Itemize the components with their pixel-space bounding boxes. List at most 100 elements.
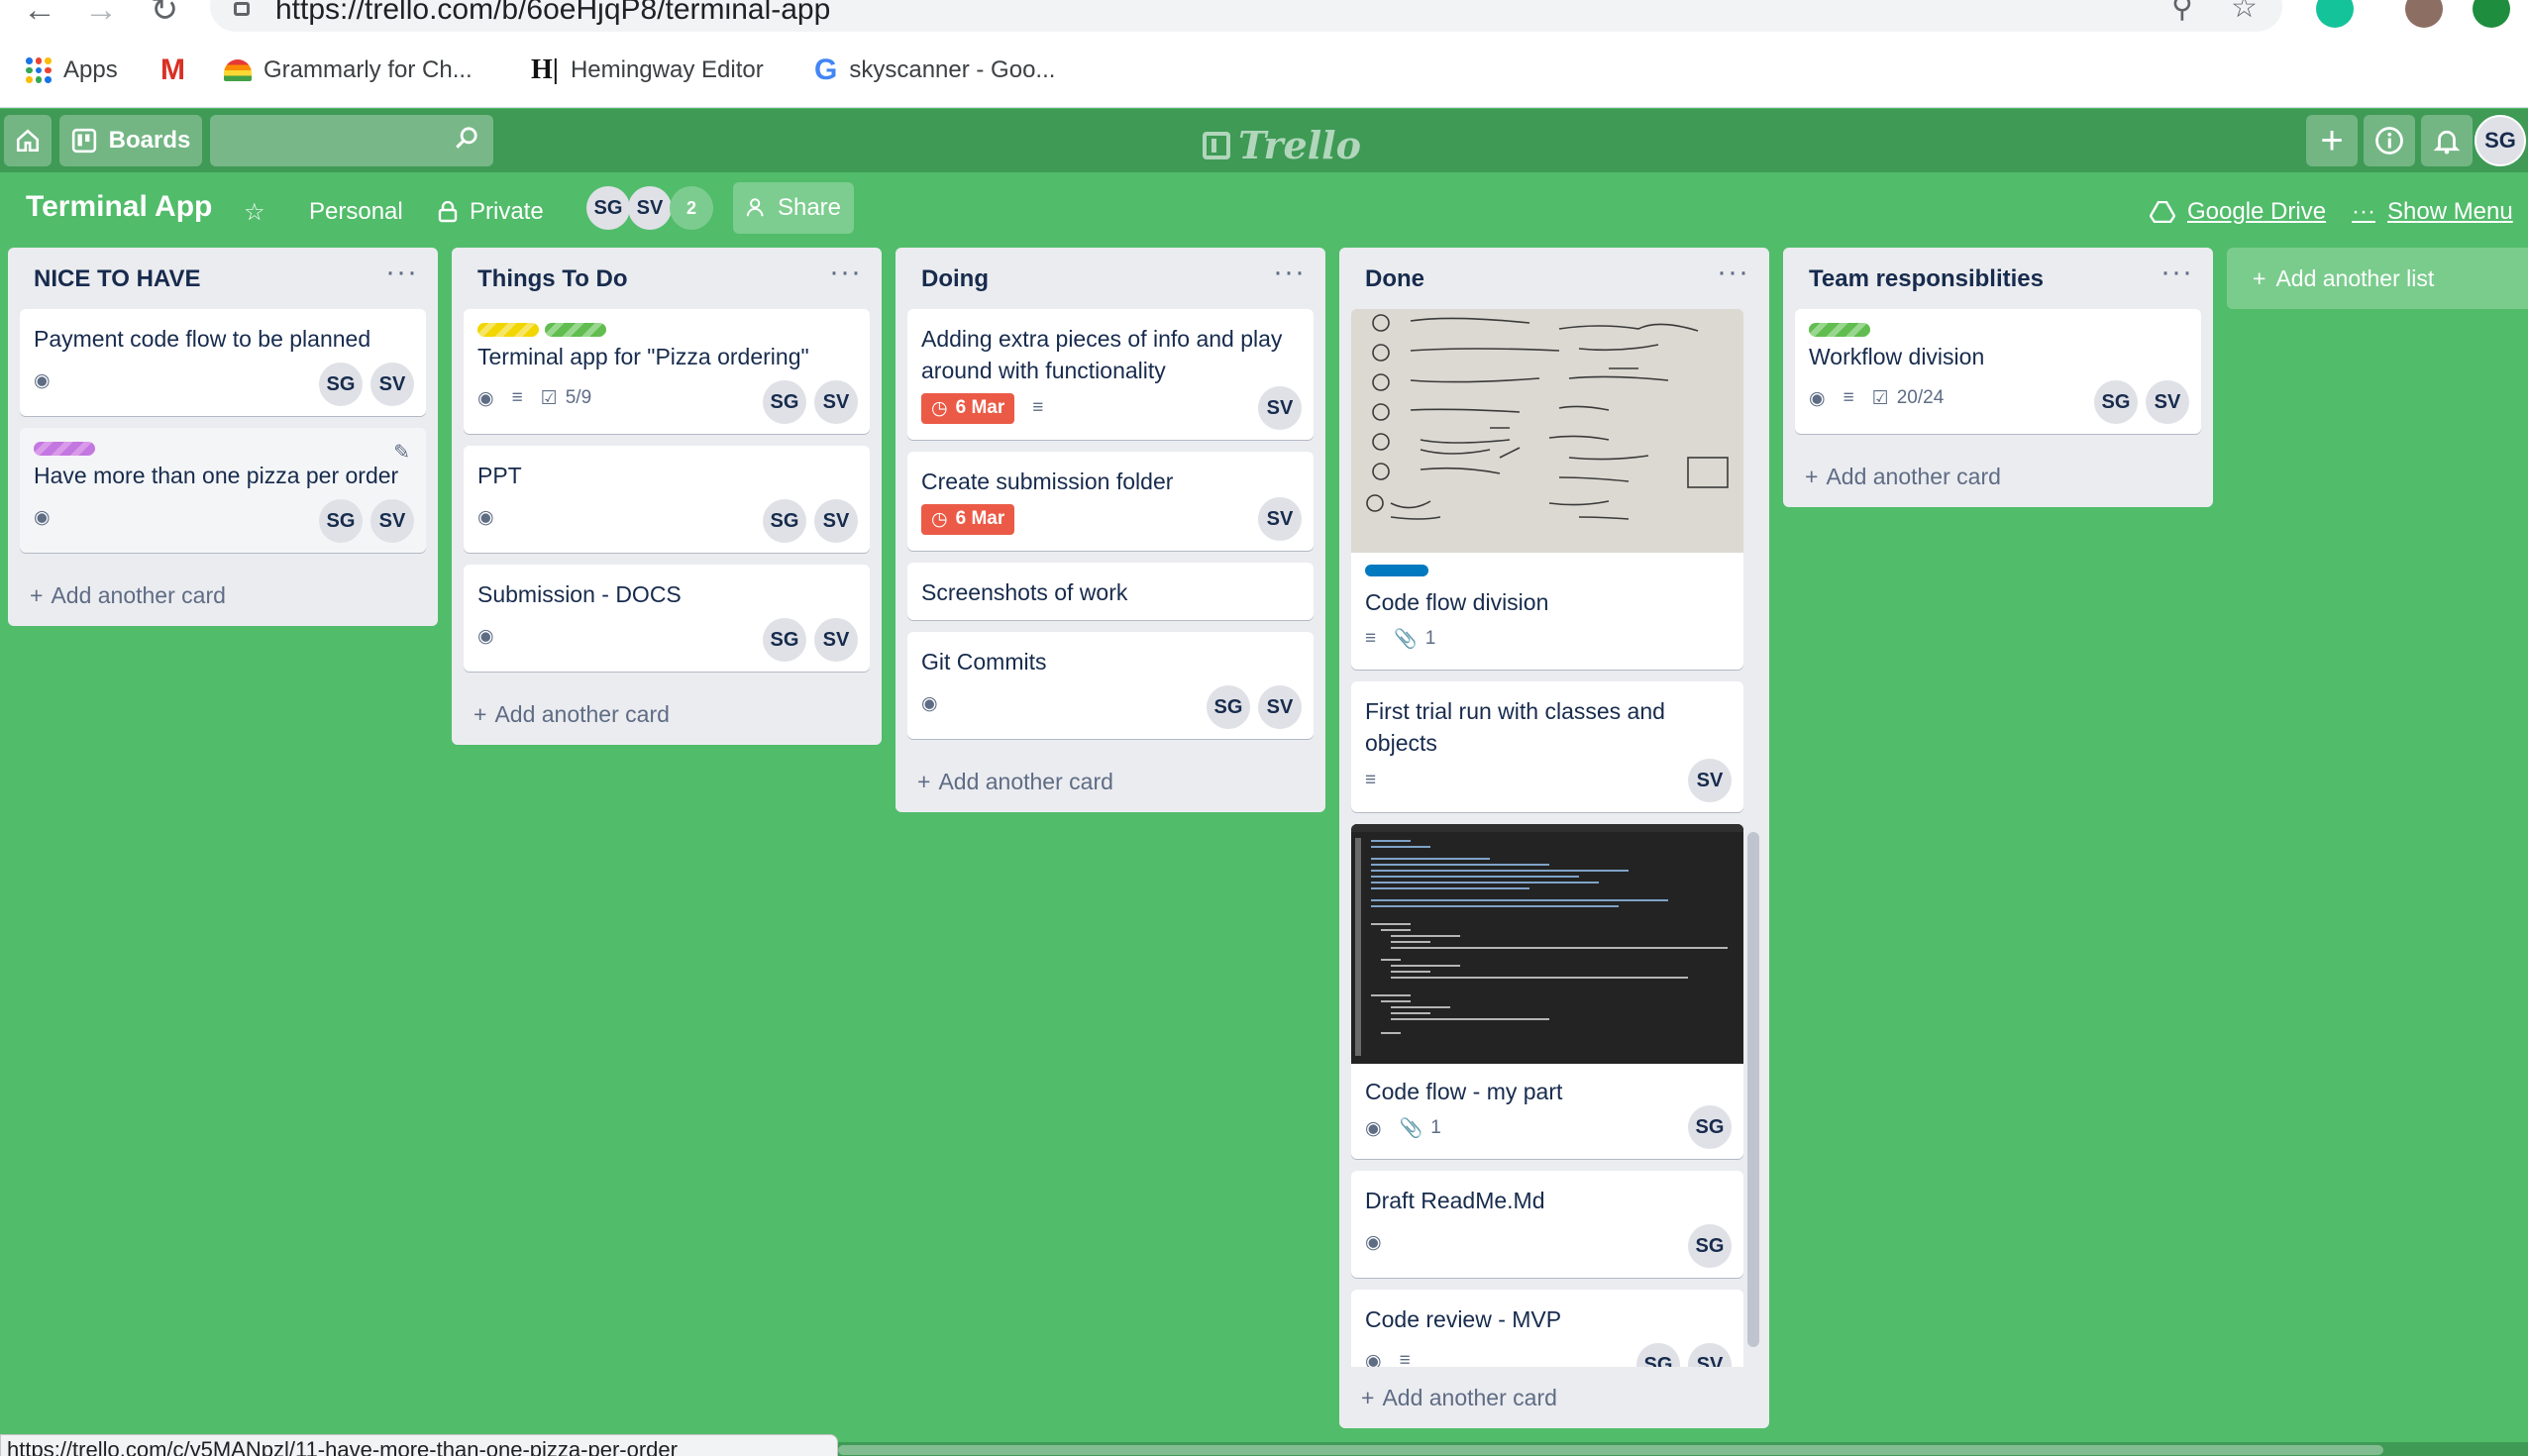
card[interactable]: Screenshots of work bbox=[907, 563, 1314, 620]
update-icon[interactable] bbox=[2473, 0, 2510, 28]
profile-avatar-icon[interactable] bbox=[2405, 0, 2443, 28]
list-title[interactable]: NICE TO HAVE bbox=[34, 265, 200, 293]
address-bar[interactable]: https://trello.com/b/6oeHjqP8/terminal-a… bbox=[210, 0, 2282, 32]
card[interactable]: Code review - MVP ◉ ≡ SG SV bbox=[1351, 1290, 1743, 1367]
card-label-green[interactable] bbox=[1809, 323, 1870, 337]
card[interactable]: First trial run with classes and objects… bbox=[1351, 681, 1743, 812]
share-button[interactable]: Share bbox=[733, 182, 854, 234]
info-button[interactable] bbox=[2364, 115, 2415, 166]
card-member-avatar[interactable]: SV bbox=[814, 380, 858, 424]
user-avatar[interactable]: SG bbox=[2475, 115, 2526, 166]
list-menu-icon[interactable]: ··· bbox=[1717, 256, 1749, 289]
star-board-button[interactable]: ☆ bbox=[244, 192, 265, 232]
member-count-badge[interactable]: 2 bbox=[670, 186, 713, 230]
list-menu-icon[interactable]: ··· bbox=[2160, 256, 2193, 289]
card[interactable]: Code flow - my part ◉ 📎 1 SG bbox=[1351, 824, 1743, 1159]
card[interactable]: Draft ReadMe.Md ◉ SG bbox=[1351, 1171, 1743, 1278]
bookmark-gmail[interactable]: M bbox=[160, 53, 185, 86]
add-card-button[interactable]: + Add another card bbox=[452, 683, 882, 745]
visibility-button[interactable]: Private bbox=[438, 192, 544, 232]
edit-pencil-icon[interactable]: ✎ bbox=[393, 440, 410, 465]
card[interactable]: Workflow division ◉ ≡ ☑ 20/24 SG SV bbox=[1795, 309, 2201, 434]
card[interactable]: PPT ◉ SG SV bbox=[464, 446, 870, 553]
bookmark-grammarly[interactable]: Grammarly for Ch... bbox=[224, 55, 473, 85]
list-cards-scroll[interactable]: Code flow division ≡ 📎 1 First trial run … bbox=[1339, 309, 1769, 1367]
team-button[interactable]: Personal bbox=[309, 192, 403, 232]
reload-icon[interactable]: ↻ bbox=[147, 0, 182, 27]
card-member-avatar[interactable]: SG bbox=[763, 618, 806, 662]
bookmark-hemingway[interactable]: H| Hemingway Editor bbox=[531, 54, 764, 85]
zoom-icon[interactable]: ⚲ bbox=[2171, 0, 2193, 23]
card-member-avatar[interactable]: SG bbox=[1207, 685, 1250, 729]
card-label-blue[interactable] bbox=[1365, 565, 1428, 576]
add-card-button[interactable]: + Add another card bbox=[1339, 1367, 1557, 1428]
notifications-button[interactable] bbox=[2421, 115, 2473, 166]
list-title[interactable]: Things To Do bbox=[477, 265, 628, 293]
grammarly-extension-icon[interactable] bbox=[2316, 0, 2354, 28]
board-horizontal-scrollbar[interactable] bbox=[838, 1442, 2528, 1456]
card[interactable]: Payment code flow to be planned ◉ SG SV bbox=[20, 309, 426, 416]
list-menu-icon[interactable]: ··· bbox=[385, 256, 418, 289]
list-title[interactable]: Done bbox=[1365, 265, 1424, 293]
card-label-yellow[interactable] bbox=[477, 323, 539, 337]
create-button[interactable]: + bbox=[2306, 115, 2358, 166]
card-label-green[interactable] bbox=[545, 323, 606, 337]
forward-arrow-icon[interactable]: → bbox=[83, 0, 119, 27]
card-member-avatar[interactable]: SV bbox=[1258, 685, 1302, 729]
card-member-avatar[interactable]: SV bbox=[814, 618, 858, 662]
card-member-avatar[interactable]: SG bbox=[1688, 1224, 1732, 1268]
card-member-avatar[interactable]: SG bbox=[1636, 1343, 1680, 1367]
card-member-avatar[interactable]: SV bbox=[2146, 380, 2189, 424]
back-arrow-icon[interactable]: ← bbox=[22, 0, 57, 27]
card[interactable]: Adding extra pieces of info and play aro… bbox=[907, 309, 1314, 440]
card-members: SG bbox=[1688, 1105, 1732, 1149]
card-member-avatar[interactable]: SV bbox=[814, 499, 858, 543]
card-member-avatar[interactable]: SG bbox=[1688, 1105, 1732, 1149]
card[interactable]: Code flow division ≡ 📎 1 bbox=[1351, 309, 1743, 670]
board-member-avatar[interactable]: SV bbox=[628, 186, 672, 230]
bookmark-skyscanner[interactable]: G skyscanner - Goo... bbox=[814, 53, 1055, 86]
board-title[interactable]: Terminal App bbox=[26, 190, 212, 224]
card-member-avatar[interactable]: SG bbox=[763, 380, 806, 424]
card[interactable]: Terminal app for "Pizza ordering" ◉ ≡ ☑ 5… bbox=[464, 309, 870, 434]
bookmark-star-icon[interactable]: ☆ bbox=[2231, 0, 2258, 23]
address-url[interactable]: https://trello.com/b/6oeHjqP8/terminal-a… bbox=[275, 0, 830, 25]
add-card-button[interactable]: + Add another card bbox=[1783, 446, 2213, 507]
card-member-avatar[interactable]: SV bbox=[370, 363, 414, 406]
add-list-button[interactable]: + Add another list bbox=[2227, 248, 2528, 309]
card-member-avatar[interactable]: SV bbox=[1688, 1343, 1732, 1367]
card-member-avatar[interactable]: SV bbox=[1258, 386, 1302, 430]
board-member-avatar[interactable]: SG bbox=[586, 186, 630, 230]
card-member-avatar[interactable]: SG bbox=[319, 363, 363, 406]
add-card-button[interactable]: + Add another card bbox=[8, 565, 438, 626]
home-button[interactable] bbox=[4, 115, 52, 166]
list-menu-icon[interactable]: ··· bbox=[829, 256, 862, 289]
list-menu-icon[interactable]: ··· bbox=[1273, 256, 1306, 289]
trello-logo[interactable]: Trello bbox=[1203, 123, 1361, 167]
card-member-avatar[interactable]: SV bbox=[370, 499, 414, 543]
bookmark-apps[interactable]: Apps bbox=[26, 55, 118, 85]
card[interactable]: Git Commits ◉ SG SV bbox=[907, 632, 1314, 739]
card[interactable]: Submission - DOCS ◉ SG SV bbox=[464, 565, 870, 672]
card-member-avatar[interactable]: SG bbox=[763, 499, 806, 543]
search-icon[interactable] bbox=[454, 125, 479, 151]
scrollbar-thumb[interactable] bbox=[838, 1445, 2383, 1455]
card-member-avatar[interactable]: SV bbox=[1688, 759, 1732, 802]
card[interactable]: Create submission folder ◷ 6 Mar SV bbox=[907, 452, 1314, 551]
card[interactable]: Have more than one pizza per order ✎ ◉ S… bbox=[20, 428, 426, 553]
add-card-button[interactable]: + Add another card bbox=[895, 751, 1325, 812]
card-member-avatar[interactable]: SG bbox=[319, 499, 363, 543]
list-title[interactable]: Doing bbox=[921, 265, 989, 293]
due-date-badge[interactable]: ◷ 6 Mar bbox=[921, 503, 1015, 535]
card-member-avatar[interactable]: SV bbox=[1258, 497, 1302, 541]
boards-button[interactable]: Boards bbox=[59, 115, 202, 166]
done-list-scrollbar[interactable] bbox=[1747, 802, 1759, 1357]
card-member-avatar[interactable]: SG bbox=[2094, 380, 2138, 424]
google-drive-link[interactable]: Google Drive bbox=[2150, 192, 2326, 232]
search-input[interactable] bbox=[210, 115, 493, 166]
list-title[interactable]: Team responsiblities bbox=[1809, 265, 2044, 293]
show-menu-link[interactable]: ··· Show Menu bbox=[2352, 192, 2513, 232]
scrollbar-thumb[interactable] bbox=[1747, 832, 1759, 1347]
card-label-purple[interactable] bbox=[34, 442, 95, 456]
due-date-badge[interactable]: ◷ 6 Mar bbox=[921, 392, 1015, 424]
